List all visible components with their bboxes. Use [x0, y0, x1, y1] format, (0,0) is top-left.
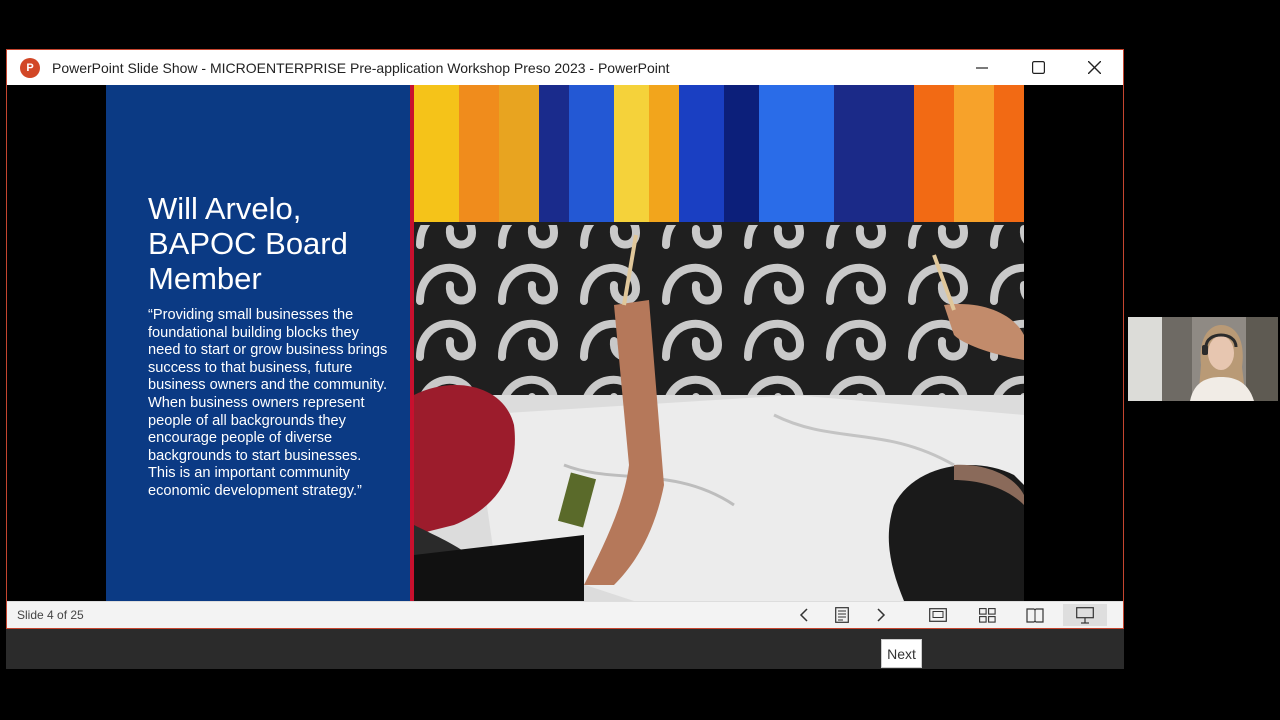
- minimize-button[interactable]: [959, 50, 1005, 85]
- participant-video-thumbnail[interactable]: [1128, 317, 1278, 401]
- close-icon: [1087, 61, 1101, 74]
- slide-show-icon: [1076, 606, 1094, 624]
- maximize-button[interactable]: [1015, 50, 1061, 85]
- slide-area[interactable]: Will Arvelo, BAPOC Board Member “Providi…: [7, 85, 1123, 601]
- next-icon: [876, 608, 885, 622]
- window-title: PowerPoint Slide Show - MICROENTERPRISE …: [52, 59, 670, 76]
- slide-counter: Slide 4 of 25: [17, 608, 84, 622]
- slide-heading: Will Arvelo, BAPOC Board Member: [148, 191, 348, 296]
- next-tooltip: Next: [881, 639, 922, 668]
- maximize-icon: [1031, 61, 1045, 74]
- previous-icon: [799, 608, 808, 622]
- mural-painting-photo: [414, 85, 1024, 601]
- normal-view-button[interactable]: [926, 604, 950, 626]
- title-bar[interactable]: P PowerPoint Slide Show - MICROENTERPRIS…: [7, 50, 1123, 85]
- slide-sorter-icon: [978, 607, 996, 623]
- slide-sorter-button[interactable]: [975, 604, 999, 626]
- previous-slide-button[interactable]: [791, 604, 815, 626]
- reading-view-icon: [1026, 607, 1044, 623]
- status-bar: Slide 4 of 25: [7, 601, 1123, 628]
- minimize-icon: [976, 66, 988, 69]
- close-button[interactable]: [1071, 50, 1117, 85]
- slideshow-window: P PowerPoint Slide Show - MICROENTERPRIS…: [6, 49, 1124, 629]
- notes-icon: [835, 607, 849, 623]
- normal-view-icon: [929, 608, 947, 622]
- slide[interactable]: Will Arvelo, BAPOC Board Member “Providi…: [106, 85, 1024, 601]
- meeting-controls-band: [6, 629, 1124, 669]
- participant-video-icon: [1128, 317, 1278, 401]
- next-slide-button[interactable]: [869, 604, 893, 626]
- notes-button[interactable]: [830, 604, 854, 626]
- slide-quote: “Providing small businesses the foundati…: [148, 307, 388, 499]
- slide-show-button[interactable]: [1063, 604, 1107, 626]
- slide-text-panel: Will Arvelo, BAPOC Board Member “Providi…: [106, 85, 410, 601]
- reading-view-button[interactable]: [1023, 604, 1047, 626]
- powerpoint-icon: P: [20, 57, 40, 78]
